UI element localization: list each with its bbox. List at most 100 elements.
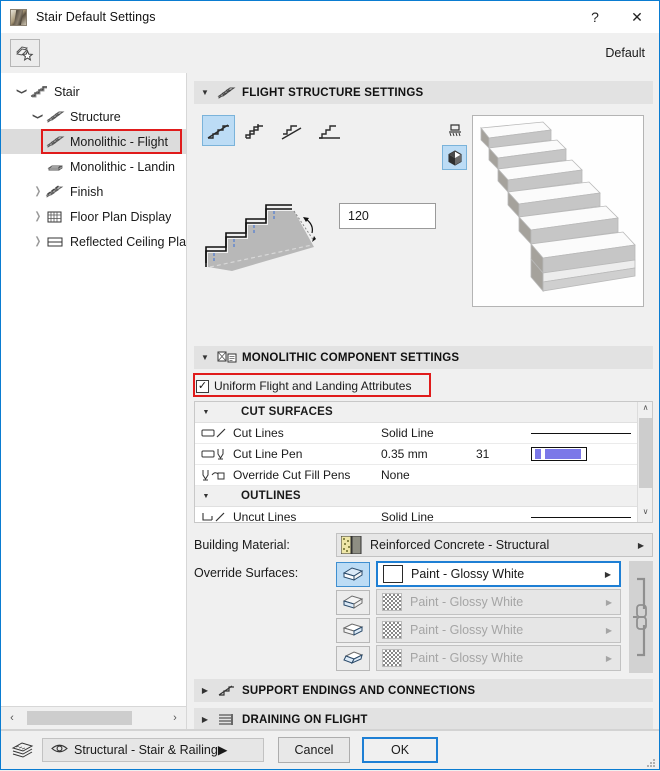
sidebar-item-stair[interactable]: Stair [1, 79, 186, 104]
side-surface-value: Paint - Glossy White [410, 595, 523, 609]
stair-default-settings-window: Stair Default Settings ? ✕ Default [0, 0, 660, 770]
top-surface-combo[interactable]: Paint - Glossy White ▶ [376, 561, 621, 587]
table-row[interactable]: Override Cut Fill Pens None [195, 465, 637, 486]
scroll-up-button[interactable]: ∧ [638, 403, 653, 417]
uncut-lines-icon [195, 510, 233, 522]
chevron-down-icon[interactable] [31, 111, 45, 122]
flight-type-flat-underside-button[interactable] [313, 115, 346, 146]
chevron-right-icon[interactable]: ▶ [218, 742, 228, 757]
flight-thickness-input[interactable]: 120 [339, 203, 436, 229]
section-header-draining[interactable]: DRAINING ON FLIGHT [194, 708, 653, 729]
override-surface-row: Paint - Glossy White ▶ [336, 589, 621, 615]
row-value: None [381, 468, 476, 482]
chevron-right-icon[interactable] [31, 186, 45, 197]
surface-color-swatch [383, 565, 403, 583]
chevron-right-icon[interactable]: ▶ [605, 570, 611, 579]
bottom-surface-icon[interactable] [336, 618, 370, 643]
pen-color-swatch[interactable] [531, 447, 587, 461]
uniform-attributes-row[interactable]: ✓ Uniform Flight and Landing Attributes [196, 376, 653, 396]
flight-type-sloped-underside-button[interactable] [276, 115, 309, 146]
favorites-button[interactable] [10, 39, 40, 67]
top-surface-icon[interactable] [336, 562, 370, 587]
scroll-thumb[interactable] [639, 418, 652, 488]
side-surface-combo[interactable]: Paint - Glossy White ▶ [376, 589, 621, 615]
sidebar-item-label: Monolithic - Landin [70, 160, 175, 174]
layer-value: Structural - Stair & Railing [74, 743, 218, 757]
uniform-attributes-checkbox[interactable]: ✓ [196, 380, 209, 393]
section-title: FLIGHT STRUCTURE SETTINGS [242, 87, 423, 99]
attribute-group-outlines[interactable]: OUTLINES [195, 486, 637, 507]
scroll-thumb[interactable] [27, 711, 132, 725]
dialog-footer: Structural - Stair & Railing ▶ Cancel OK [1, 729, 659, 769]
group-label: OUTLINES [241, 490, 301, 502]
side-surface-icon[interactable] [336, 590, 370, 615]
chevron-right-icon[interactable]: ▶ [606, 626, 612, 635]
scroll-left-button[interactable]: ‹ [1, 712, 23, 724]
sidebar-item-monolithic-landing[interactable]: Monolithic - Landin [1, 154, 186, 179]
chevron-right-icon[interactable]: ▶ [638, 541, 644, 550]
collapse-triangle-icon[interactable] [195, 409, 217, 416]
row-pen-swatch[interactable] [531, 447, 637, 461]
window-controls: ? ✕ [575, 1, 659, 33]
override-surface-row: Paint - Glossy White ▶ [336, 617, 621, 643]
cancel-button[interactable]: Cancel [278, 737, 350, 763]
ok-button[interactable]: OK [362, 737, 438, 763]
sidebar-item-finish[interactable]: Finish [1, 179, 186, 204]
tree-horizontal-scrollbar[interactable]: ‹ › [1, 706, 186, 729]
collapse-triangle-icon[interactable] [194, 88, 216, 97]
table-row[interactable]: Cut Line Pen 0.35 mm 31 [195, 444, 637, 465]
eye-icon [51, 743, 68, 757]
attribute-group-cut-surfaces[interactable]: CUT SURFACES [195, 402, 637, 423]
row-value: Solid Line [381, 426, 476, 440]
stair-app-icon [10, 9, 27, 26]
attribute-list-scrollbar[interactable]: ∧ ∨ [637, 402, 652, 522]
section-view-button[interactable] [442, 117, 467, 142]
chevron-right-icon[interactable] [31, 236, 45, 247]
flight-type-stepped-underside-button[interactable] [239, 115, 272, 146]
override-surface-row: Paint - Glossy White ▶ [336, 561, 621, 587]
close-button[interactable]: ✕ [615, 1, 659, 33]
scroll-down-button[interactable]: ∨ [638, 507, 653, 521]
collapse-triangle-icon[interactable] [194, 353, 216, 362]
3d-view-button[interactable] [442, 145, 467, 170]
chevron-right-icon[interactable]: ▶ [606, 654, 612, 663]
edge-surface-icon[interactable] [336, 646, 370, 671]
flight-type-monolithic-sloped-button[interactable] [202, 115, 235, 146]
window-title: Stair Default Settings [36, 10, 156, 24]
flight-structure-body: 120 [194, 111, 653, 346]
surface-color-swatch [382, 649, 402, 667]
row-value: 0.35 mm [381, 447, 476, 461]
structure-icon [45, 108, 65, 125]
collapse-triangle-icon[interactable] [195, 493, 217, 500]
chevron-right-icon[interactable] [31, 211, 45, 222]
table-row[interactable]: Cut Lines Solid Line [195, 423, 637, 444]
bottom-surface-combo[interactable]: Paint - Glossy White ▶ [376, 617, 621, 643]
section-header-support-endings[interactable]: SUPPORT ENDINGS AND CONNECTIONS [194, 679, 653, 702]
expand-triangle-icon[interactable] [194, 715, 216, 724]
sidebar-item-monolithic-flight[interactable]: Monolithic - Flight [1, 129, 186, 154]
building-material-combo[interactable]: Reinforced Concrete - Structural ▶ [336, 533, 653, 557]
top-surface-value: Paint - Glossy White [411, 567, 524, 581]
building-material-value: Reinforced Concrete - Structural [370, 538, 549, 552]
chevron-right-icon[interactable]: ▶ [606, 598, 612, 607]
chevron-down-icon[interactable] [15, 86, 29, 97]
stair-icon [29, 83, 49, 100]
help-button[interactable]: ? [575, 1, 615, 33]
sidebar-item-reflected-ceiling-plan[interactable]: Reflected Ceiling Plan [1, 229, 186, 254]
resize-grip[interactable] [646, 757, 656, 767]
sidebar-item-floor-plan-display[interactable]: Floor Plan Display [1, 204, 186, 229]
row-label: Override Cut Fill Pens [233, 468, 381, 482]
edge-surface-combo[interactable]: Paint - Glossy White ▶ [376, 645, 621, 671]
chain-link-button[interactable] [629, 561, 653, 673]
stair-3d-preview[interactable] [472, 115, 644, 307]
layer-combo[interactable]: Structural - Stair & Railing ▶ [42, 738, 264, 762]
section-header-monolithic-component[interactable]: MONOLITHIC COMPONENT SETTINGS [194, 346, 653, 369]
table-row[interactable]: Uncut Lines Solid Line [195, 507, 637, 522]
scroll-track[interactable] [23, 707, 164, 729]
section-header-flight-structure[interactable]: FLIGHT STRUCTURE SETTINGS [194, 81, 653, 104]
sidebar-item-structure[interactable]: Structure [1, 104, 186, 129]
override-cut-fill-icon [195, 468, 233, 482]
expand-triangle-icon[interactable] [194, 686, 216, 695]
override-surface-row: Paint - Glossy White ▶ [336, 645, 621, 671]
scroll-right-button[interactable]: › [164, 712, 186, 724]
